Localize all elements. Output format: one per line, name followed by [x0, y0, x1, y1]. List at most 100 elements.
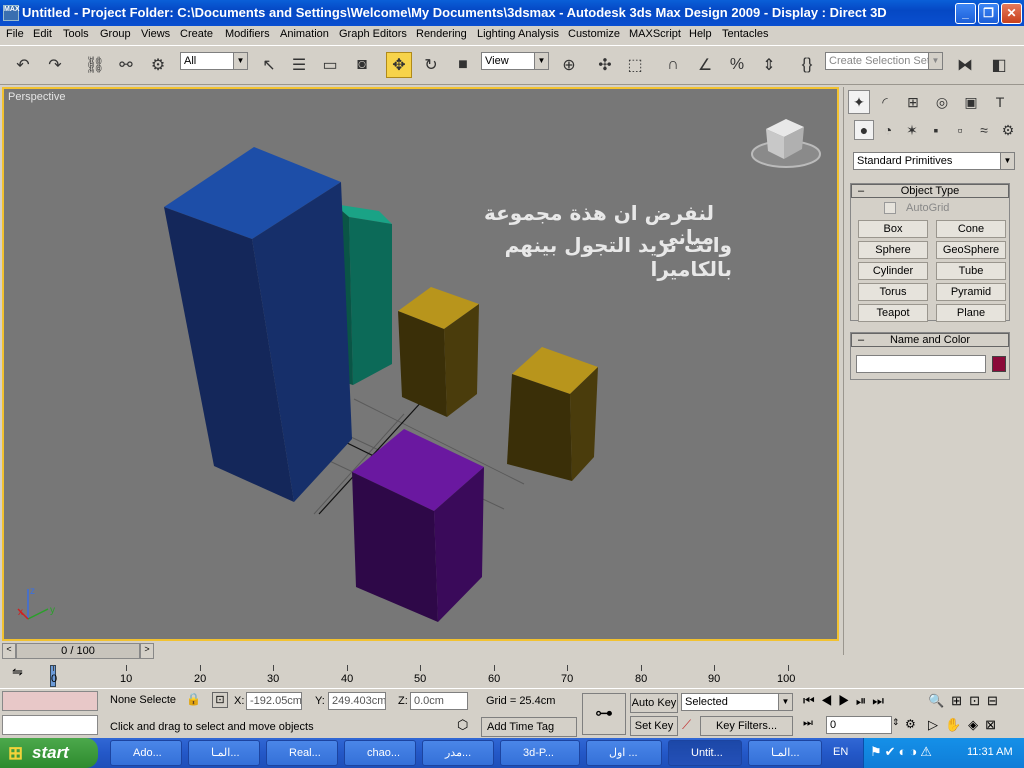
prev-frame-icon[interactable]: <	[2, 643, 16, 659]
menu-customize[interactable]: Customize	[568, 28, 620, 40]
blue-box[interactable]	[164, 147, 352, 502]
teapot-button[interactable]: Teapot	[858, 304, 928, 322]
systems-icon[interactable]: ⚙	[998, 120, 1018, 140]
tray-icons[interactable]: ⚑✔◐◑⚠	[870, 744, 935, 760]
undo-icon[interactable]: ↶	[10, 52, 36, 78]
set-key-button[interactable]: Set Key	[630, 716, 678, 736]
menu-help[interactable]: Help	[689, 28, 712, 40]
auto-key-button[interactable]: Auto Key	[630, 693, 678, 713]
task-window-2[interactable]: المـا...	[188, 740, 260, 766]
percent-snap-icon[interactable]: %	[724, 52, 750, 78]
name-and-color-header[interactable]: – Name and Color	[851, 333, 1009, 347]
time-tag-icon[interactable]: ⬡	[457, 717, 477, 735]
box-button[interactable]: Box	[858, 220, 928, 238]
helpers-icon[interactable]: ▫	[950, 120, 970, 140]
torus-button[interactable]: Torus	[858, 283, 928, 301]
menu-tentacles[interactable]: Tentacles	[722, 28, 768, 40]
bind-to-space-warp-icon[interactable]: ⚙	[145, 52, 171, 78]
menu-create[interactable]: Create	[180, 28, 213, 40]
set-key-icon[interactable]: ⊶	[582, 693, 626, 735]
geometry-icon[interactable]: ●	[854, 120, 874, 140]
yellow-box-front[interactable]	[398, 287, 479, 417]
display-tab-icon[interactable]: ▣	[960, 90, 982, 114]
language-indicator[interactable]: EN	[833, 746, 848, 758]
unlink-icon[interactable]: ⚯	[113, 52, 139, 78]
task-3d-p[interactable]: 3d-P...	[500, 740, 580, 766]
y-coordinate-field[interactable]: 249.403cm	[328, 692, 386, 710]
minimize-button[interactable]: _	[955, 3, 976, 24]
scene-canvas[interactable]	[4, 89, 837, 639]
playback-controls[interactable]: ⏮◀▶⏯⏭	[803, 693, 923, 709]
select-and-move-icon[interactable]: ✥	[386, 52, 412, 78]
select-and-link-icon[interactable]: ⛓	[82, 52, 108, 78]
select-and-manipulate-icon[interactable]: ✣	[592, 52, 618, 78]
cone-button[interactable]: Cone	[936, 220, 1006, 238]
primitive-type-dropdown[interactable]: Standard Primitives ▼	[853, 152, 1015, 170]
object-type-header[interactable]: – Object Type	[851, 184, 1009, 198]
add-time-tag-button[interactable]: Add Time Tag	[481, 717, 577, 737]
track-bar[interactable]: ⇋ 0 10 20 30 40 50 60 70 80 90 100	[0, 660, 840, 688]
menu-tools[interactable]: Tools	[63, 28, 89, 40]
viewport-nav-controls-top[interactable]: 🔍⊞⊡⊟	[928, 693, 1022, 709]
maxscript-input[interactable]	[2, 715, 98, 735]
geosphere-button[interactable]: GeoSphere	[936, 241, 1006, 259]
cylinder-button[interactable]: Cylinder	[858, 262, 928, 280]
menu-animation[interactable]: Animation	[280, 28, 329, 40]
select-and-rotate-icon[interactable]: ↻	[418, 52, 444, 78]
viewcube-icon[interactable]	[751, 119, 821, 168]
menu-maxscript[interactable]: MAXScript	[629, 28, 681, 40]
sphere-button[interactable]: Sphere	[858, 241, 928, 259]
absolute-mode-icon[interactable]: ⊡	[212, 692, 228, 708]
edit-named-selection-icon[interactable]: {}	[794, 52, 820, 78]
perspective-viewport[interactable]: Perspective لنفرض ان هذة مجموعة مباني وا…	[2, 87, 839, 641]
current-frame-field[interactable]: 0	[826, 716, 892, 734]
spinner-snap-icon[interactable]: ⇕	[756, 52, 782, 78]
task-chao[interactable]: chao...	[344, 740, 416, 766]
time-slider-thumb[interactable]: 0 / 100	[16, 643, 140, 659]
tube-button[interactable]: Tube	[936, 262, 1006, 280]
select-object-icon[interactable]: ↖	[256, 52, 282, 78]
shapes-icon[interactable]: ◔	[878, 120, 898, 140]
close-button[interactable]: ✕	[1001, 3, 1022, 24]
modify-tab-icon[interactable]: ◜	[874, 90, 896, 114]
selection-filter-dropdown[interactable]: All ▼	[180, 52, 248, 70]
align-icon[interactable]: ◧	[986, 52, 1012, 78]
task-window-9[interactable]: المـا...	[748, 740, 822, 766]
object-name-input[interactable]	[856, 355, 986, 373]
task-folder[interactable]: مدر...	[422, 740, 494, 766]
menu-graph-editors[interactable]: Graph Editors	[339, 28, 407, 40]
keyboard-shortcut-override-icon[interactable]: ⬚	[622, 52, 648, 78]
menu-lighting-analysis[interactable]: Lighting Analysis	[477, 28, 559, 40]
task-untitled-3dsmax[interactable]: Untit...	[668, 740, 742, 766]
pyramid-button[interactable]: Pyramid	[936, 283, 1006, 301]
x-coordinate-field[interactable]: -192.05cm	[246, 692, 302, 710]
task-adobe[interactable]: Ado...	[110, 740, 182, 766]
object-color-swatch[interactable]	[992, 356, 1006, 372]
named-selection-set-dropdown[interactable]: Create Selection Set ▼	[825, 52, 943, 70]
maxscript-listener-mini[interactable]	[2, 691, 98, 711]
yellow-box-right[interactable]	[507, 347, 598, 481]
rectangular-selection-icon[interactable]: ▭	[317, 52, 343, 78]
z-coordinate-field[interactable]: 0.0cm	[410, 692, 468, 710]
reference-coordinate-dropdown[interactable]: View ▼	[481, 52, 549, 70]
menu-edit[interactable]: Edit	[33, 28, 52, 40]
restore-button[interactable]: ❐	[978, 3, 999, 24]
cameras-icon[interactable]: ▪	[926, 120, 946, 140]
menu-rendering[interactable]: Rendering	[416, 28, 467, 40]
lights-icon[interactable]: ✶	[902, 120, 922, 140]
motion-tab-icon[interactable]: ◎	[931, 90, 953, 114]
select-by-name-icon[interactable]: ☰	[286, 52, 312, 78]
next-frame-icon[interactable]: >	[140, 643, 154, 659]
redo-icon[interactable]: ↷	[42, 52, 68, 78]
start-button[interactable]: ⊞ start	[0, 738, 98, 768]
menu-modifiers[interactable]: Modifiers	[225, 28, 270, 40]
key-mode-toggle-icon[interactable]: ⏭	[803, 717, 813, 730]
task-window-7[interactable]: اول ...	[586, 740, 662, 766]
key-filters-button[interactable]: Key Filters...	[700, 716, 793, 736]
key-mode-dropdown[interactable]: Selected ▼	[681, 693, 793, 711]
window-crossing-icon[interactable]: ◙	[349, 52, 375, 78]
viewport-nav-controls-bottom[interactable]: ▷✋◈⊠	[928, 717, 1022, 733]
create-tab-icon[interactable]: ✦	[848, 90, 870, 114]
menu-file[interactable]: File	[6, 28, 24, 40]
time-config-icon[interactable]: ⚙	[905, 717, 916, 731]
